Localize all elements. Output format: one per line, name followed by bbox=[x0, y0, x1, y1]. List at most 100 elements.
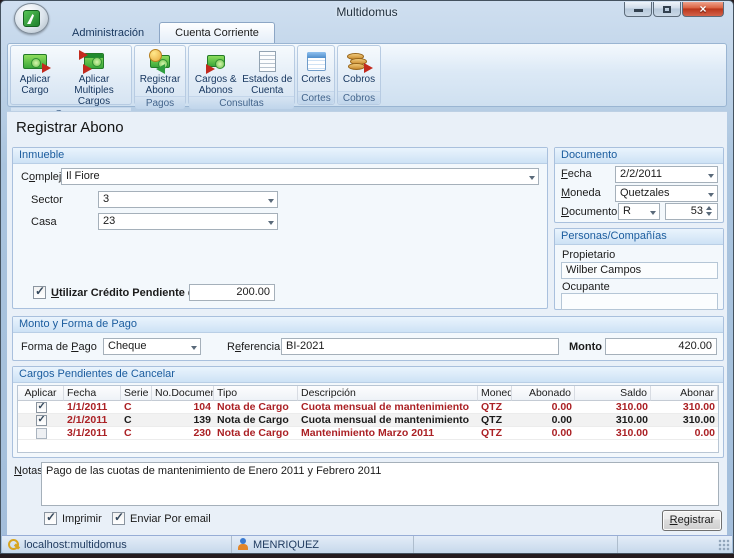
ribbon-group-label-pagos: Pagos bbox=[135, 96, 185, 109]
row-aplicar-checkbox[interactable] bbox=[36, 402, 47, 413]
enviar-email-checkbox[interactable] bbox=[112, 512, 125, 525]
registrar-button[interactable]: Registrar bbox=[662, 510, 722, 531]
maximize-icon bbox=[663, 6, 671, 13]
notas-textarea[interactable]: Pago de las cuotas de mantenimiento de E… bbox=[41, 462, 719, 506]
statement-page-icon bbox=[259, 49, 276, 73]
sector-label: Sector bbox=[31, 194, 63, 206]
documento-numero-stepper[interactable]: 53 bbox=[665, 203, 718, 220]
tab-administracion[interactable]: Administración bbox=[57, 23, 159, 43]
credito-checkbox[interactable] bbox=[33, 286, 46, 299]
status-user: MENRIQUEZ bbox=[232, 536, 414, 553]
ribbon-button-aplicar-multiples-cargos[interactable]: Aplicar Multiples Cargos bbox=[58, 47, 130, 107]
complejo-select[interactable]: Il Fiore bbox=[61, 168, 539, 185]
user-icon bbox=[237, 538, 249, 551]
column-header-aplicar[interactable]: Aplicar bbox=[18, 386, 64, 401]
groupbox-documento: Documento Fecha 2/2/2011 Moneda Quetzale… bbox=[554, 147, 724, 223]
forma-de-pago-select[interactable]: Cheque bbox=[103, 338, 201, 355]
key-icon bbox=[7, 538, 20, 551]
ribbon-button-estados-de-cuenta[interactable]: Estados de Cuenta bbox=[242, 47, 294, 96]
column-header-abonar[interactable]: Abonar bbox=[651, 386, 718, 401]
table-row[interactable]: 1/1/2011 C 104 Nota de Cargo Cuota mensu… bbox=[18, 401, 718, 414]
coin-stack-red-arrow-icon bbox=[347, 49, 371, 73]
moneda-select[interactable]: Quetzales bbox=[615, 185, 718, 202]
chevron-down-icon[interactable] bbox=[268, 199, 274, 203]
calendar-icon bbox=[307, 49, 326, 73]
groupbox-personas: Personas/Compañías Propietario Wilber Ca… bbox=[554, 228, 724, 310]
status-connection: localhost:multidomus bbox=[2, 536, 232, 553]
referencia-field[interactable]: BI-2021 bbox=[281, 338, 559, 355]
form-area: Registrar Abono Inmueble Complejo Il Fio… bbox=[7, 111, 727, 537]
column-header-fecha[interactable]: Fecha bbox=[64, 386, 121, 401]
close-icon: × bbox=[683, 2, 723, 16]
column-header-saldo[interactable]: Saldo bbox=[575, 386, 651, 401]
resize-grip[interactable] bbox=[718, 539, 730, 551]
imprimir-checkbox[interactable] bbox=[44, 512, 57, 525]
column-header-abonado[interactable]: Abonado bbox=[512, 386, 575, 401]
chevron-down-icon[interactable] bbox=[191, 346, 197, 350]
table-row[interactable]: 2/1/2011 C 139 Nota de Cargo Cuota mensu… bbox=[18, 414, 718, 427]
ribbon-button-aplicar-cargo[interactable]: Aplicar Cargo bbox=[12, 47, 58, 107]
documento-label: Documento bbox=[561, 206, 617, 218]
ribbon-button-registrar-abono[interactable]: Registrar Abono bbox=[136, 47, 184, 96]
monto-field[interactable]: 420.00 bbox=[605, 338, 717, 355]
groupbox-personas-header: Personas/Compañías bbox=[555, 229, 723, 245]
casa-label: Casa bbox=[31, 216, 57, 228]
chevron-down-icon[interactable] bbox=[708, 174, 714, 178]
notas-label: Notas bbox=[14, 465, 43, 477]
title-bar[interactable]: Multidomus × bbox=[2, 2, 732, 20]
maximize-button[interactable] bbox=[653, 2, 681, 17]
tab-cuenta-corriente[interactable]: Cuenta Corriente bbox=[159, 22, 275, 44]
status-bar: localhost:multidomus MENRIQUEZ bbox=[2, 535, 732, 553]
fecha-select[interactable]: 2/2/2011 bbox=[615, 166, 718, 183]
minimize-button[interactable] bbox=[624, 2, 652, 17]
money-bills-red-arrows-icon bbox=[84, 49, 104, 73]
groupbox-inmueble-header: Inmueble bbox=[13, 148, 547, 164]
status-empty bbox=[618, 536, 732, 553]
groupbox-monto: Monto y Forma de Pago Forma de Pago Cheq… bbox=[12, 316, 724, 361]
ocupante-label: Ocupante bbox=[562, 281, 610, 293]
chevron-down-icon[interactable] bbox=[650, 211, 656, 215]
casa-select[interactable]: 23 bbox=[98, 213, 278, 230]
enviar-email-label: Enviar Por email bbox=[130, 513, 211, 525]
close-button[interactable]: × bbox=[682, 2, 724, 17]
page-title: Registrar Abono bbox=[16, 119, 124, 136]
groupbox-monto-header: Monto y Forma de Pago bbox=[13, 317, 723, 333]
ribbon: Aplicar Cargo Aplicar Multiples Cargos C… bbox=[7, 43, 727, 107]
ribbon-group-cortes: Cortes Cortes bbox=[297, 45, 335, 105]
forma-de-pago-label: Forma de Pago bbox=[21, 341, 97, 353]
ribbon-button-cargos-abonos[interactable]: Cargos & Abonos bbox=[190, 47, 242, 96]
groupbox-cargos-pendientes-header: Cargos Pendientes de Cancelar bbox=[13, 367, 723, 383]
bill-coin-green-arrow-icon bbox=[150, 49, 170, 73]
ribbon-group-consultas: Cargos & Abonos Estados de Cuenta Consul… bbox=[188, 45, 295, 105]
app-menu-button[interactable] bbox=[14, 3, 49, 34]
ribbon-group-cobros: Cobros Cobros bbox=[337, 45, 381, 105]
fecha-label: Fecha bbox=[561, 168, 592, 180]
column-header-moneda[interactable]: Moneda bbox=[478, 386, 512, 401]
ribbon-group-label-cortes: Cortes bbox=[298, 91, 334, 104]
propietario-field: Wilber Campos bbox=[561, 262, 718, 279]
credito-amount-field[interactable]: 200.00 bbox=[189, 284, 275, 301]
ribbon-group-label-consultas: Consultas bbox=[189, 96, 294, 109]
window-controls: × bbox=[623, 2, 724, 17]
column-header-descripcion[interactable]: Descripción bbox=[298, 386, 478, 401]
ribbon-button-cobros[interactable]: Cobros bbox=[339, 47, 379, 91]
row-aplicar-checkbox[interactable] bbox=[36, 428, 47, 439]
column-header-serie[interactable]: Serie bbox=[121, 386, 152, 401]
documento-tipo-select[interactable]: R bbox=[618, 203, 660, 220]
table-row[interactable]: 3/1/2011 C 230 Nota de Cargo Mantenimien… bbox=[18, 427, 718, 440]
column-header-tipo[interactable]: Tipo bbox=[214, 386, 298, 401]
ribbon-tabs: Administración Cuenta Corriente bbox=[7, 20, 727, 43]
column-header-no-documento[interactable]: No.Documento bbox=[152, 386, 214, 401]
ocupante-field bbox=[561, 293, 718, 310]
sector-select[interactable]: 3 bbox=[98, 191, 278, 208]
moneda-label: Moneda bbox=[561, 187, 601, 199]
chevron-down-icon[interactable] bbox=[708, 193, 714, 197]
referencia-label: Referencia bbox=[227, 341, 280, 353]
chevron-down-icon[interactable] bbox=[268, 221, 274, 225]
minimize-icon bbox=[634, 9, 643, 12]
chevron-down-icon[interactable] bbox=[529, 176, 535, 180]
ribbon-button-cortes[interactable]: Cortes bbox=[299, 47, 333, 91]
spinner-arrows-icon[interactable] bbox=[706, 206, 715, 216]
imprimir-label: Imprimir bbox=[62, 513, 102, 525]
row-aplicar-checkbox[interactable] bbox=[36, 415, 47, 426]
